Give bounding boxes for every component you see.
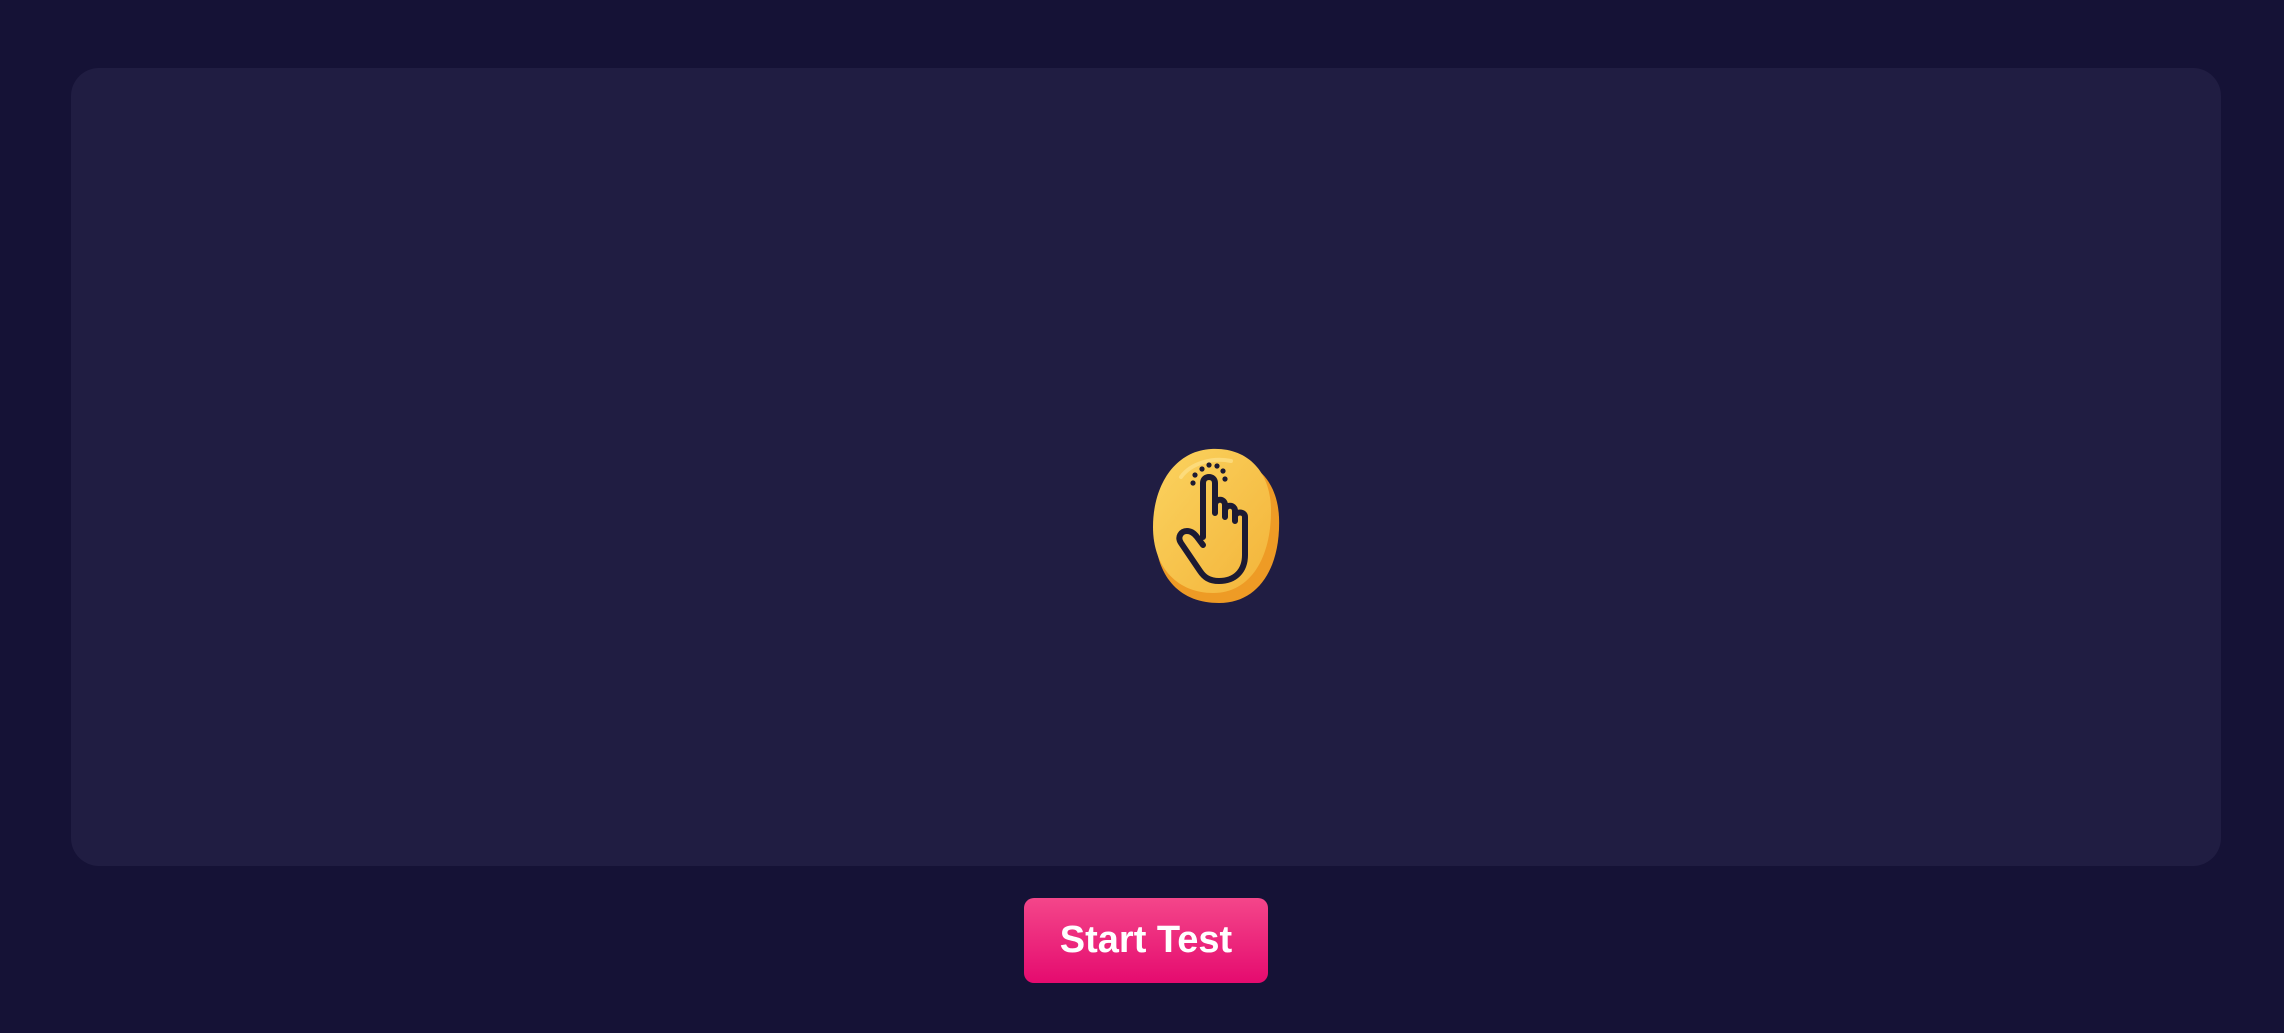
start-test-button[interactable]: Start Test bbox=[1024, 898, 1268, 983]
button-top bbox=[1153, 448, 1271, 593]
test-area[interactable] bbox=[71, 68, 2221, 866]
tap-hand-icon bbox=[1153, 448, 1280, 603]
tap-target[interactable] bbox=[1151, 447, 1281, 605]
